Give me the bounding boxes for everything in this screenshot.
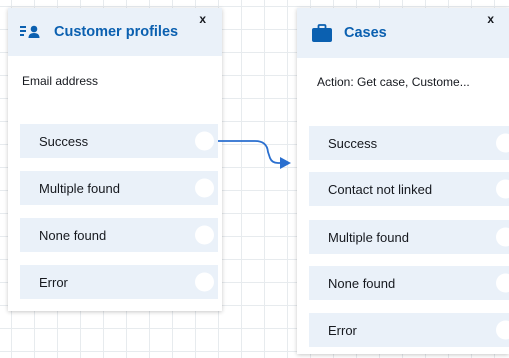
- connector-arrowhead: [280, 157, 291, 169]
- connector-line: [218, 140, 281, 164]
- connector-arrow[interactable]: [0, 0, 509, 358]
